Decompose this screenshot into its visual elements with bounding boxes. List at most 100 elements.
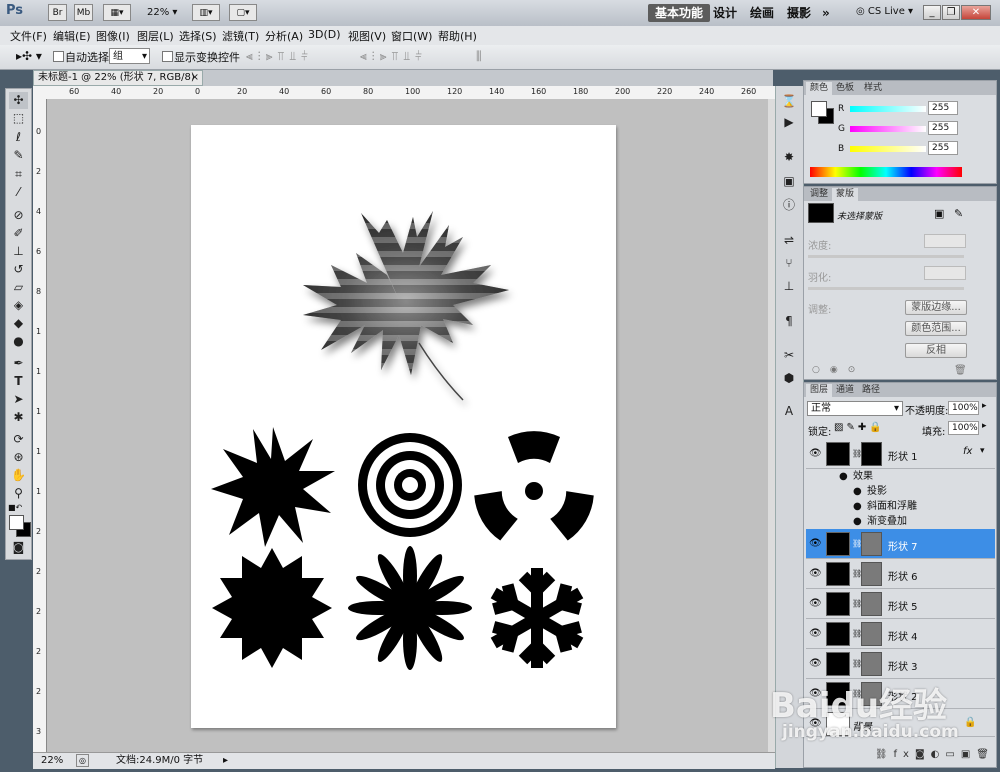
minimize-button[interactable]: _	[923, 5, 941, 20]
document-canvas[interactable]	[191, 125, 616, 728]
status-menu-arrow-icon[interactable]: ▸	[223, 753, 228, 768]
menu-filter[interactable]: 滤镜(T)	[222, 28, 259, 44]
bridge-button[interactable]: Br	[48, 4, 67, 21]
channel-g-slider[interactable]	[850, 126, 926, 132]
mask-delete-icon[interactable]: 🗑	[954, 365, 967, 376]
custom-shape-tool-icon[interactable]: ✱	[9, 409, 28, 426]
effects-eye-icon[interactable]: ●	[839, 469, 848, 484]
brush-tool-icon[interactable]: ✐	[9, 225, 28, 242]
density-field[interactable]	[924, 234, 966, 248]
color-range-button[interactable]: 颜色范围...	[905, 321, 967, 336]
distribute-icons[interactable]: ⫷⫶⫸⫪⫫⫩	[360, 49, 427, 64]
menu-help[interactable]: 帮助(H)	[438, 28, 477, 44]
history-panel-icon[interactable]: ⌛	[780, 92, 798, 110]
menu-layer[interactable]: 图层(L)	[137, 28, 174, 44]
paragraph-panel-icon[interactable]: ¶	[780, 312, 798, 330]
menu-3d[interactable]: 3D(D)	[308, 28, 341, 41]
3d-orbit-tool-icon[interactable]: ⊛	[9, 449, 28, 466]
auto-align-icon[interactable]: ⫼	[476, 49, 482, 64]
workspace-photography[interactable]: 摄影	[780, 4, 818, 22]
fill-slider-arrow-icon[interactable]: ▸	[982, 421, 987, 431]
paint-bucket-tool-icon[interactable]: ◈	[9, 297, 28, 314]
blend-mode-dropdown[interactable]: 正常 ▾	[807, 401, 903, 416]
expand-effects-icon[interactable]: ▾	[980, 446, 985, 456]
more-workspaces-button[interactable]: »	[815, 4, 837, 22]
tools-preset-icon[interactable]: ✂	[780, 346, 798, 364]
layer-name[interactable]: 形状 6	[888, 568, 918, 583]
tab-masks[interactable]: 蒙版	[832, 188, 859, 201]
layer-name[interactable]: 形状 3	[888, 658, 918, 673]
layer-row[interactable]: 👁 ⛓ 形状 5	[806, 589, 995, 619]
vertical-scrollbar[interactable]	[768, 99, 775, 752]
dodge-tool-icon[interactable]: ●	[9, 333, 28, 350]
arrange-documents-icon[interactable]: ▥▾	[192, 4, 220, 21]
close-tab-icon[interactable]: ×	[191, 71, 199, 85]
show-transform-checkbox[interactable]	[162, 51, 173, 62]
feather-field[interactable]	[924, 266, 966, 280]
actions-panel-icon[interactable]: ▶	[780, 113, 798, 131]
cs-live-button[interactable]: ◎ CS Live ▾	[856, 6, 913, 17]
align-icons[interactable]: ⫷⫶⫸⫪⫫⫩	[246, 49, 313, 64]
zoom-level-dropdown[interactable]: 22% ▾	[147, 7, 177, 18]
eyedropper-tool-icon[interactable]: ⁄	[9, 184, 28, 201]
fx-icon[interactable]: fx	[963, 446, 972, 457]
fill-value[interactable]: 100%	[948, 421, 979, 435]
mask-edge-button[interactable]: 蒙版边缘...	[905, 300, 967, 315]
layers-footer-icons[interactable]: ⛓fx◙◐▭▣🗑	[806, 749, 995, 765]
brushes-panel-icon[interactable]: ✸	[780, 148, 798, 166]
visibility-eye-icon[interactable]: 👁	[809, 658, 822, 669]
effect-row[interactable]: ● 渐变叠加	[806, 514, 995, 529]
effect-row[interactable]: ● 斜面和浮雕	[806, 499, 995, 514]
type-panel-icon[interactable]: A	[780, 402, 798, 420]
density-slider[interactable]	[808, 255, 964, 258]
vector-mask-icon[interactable]: ✎	[954, 207, 963, 220]
layer-row[interactable]: 👁 ⛓ 形状 3	[806, 649, 995, 679]
tab-adjustments[interactable]: 调整	[806, 188, 832, 201]
effect-eye-icon[interactable]: ●	[853, 499, 862, 514]
type-tool-icon[interactable]: T	[9, 373, 28, 390]
workspace-essentials[interactable]: 基本功能	[648, 4, 711, 22]
layer-name[interactable]: 形状 7	[888, 538, 918, 553]
layer-name[interactable]: 形状 5	[888, 598, 918, 613]
foreground-color-swatch[interactable]	[9, 515, 24, 530]
auto-select-checkbox[interactable]	[53, 51, 64, 62]
restore-button[interactable]: ❐	[942, 5, 960, 20]
channel-r-value[interactable]: 255	[928, 101, 958, 115]
info-panel-icon[interactable]: ⓘ	[780, 196, 798, 214]
quick-select-tool-icon[interactable]: ✎	[9, 147, 28, 164]
visibility-eye-icon[interactable]: 👁	[809, 568, 822, 579]
screen-mode-icon[interactable]: ▢▾	[229, 4, 257, 21]
layer-name[interactable]: 形状 4	[888, 628, 918, 643]
visibility-eye-icon[interactable]: 👁	[809, 538, 822, 549]
history-brush-tool-icon[interactable]: ↺	[9, 261, 28, 278]
clone-source-panel-icon[interactable]: ▣	[780, 172, 798, 190]
quick-mask-icon[interactable]: ◙	[9, 539, 28, 556]
menu-file[interactable]: 文件(F)	[10, 28, 47, 44]
3d-panel-icon[interactable]: ⬢	[780, 369, 798, 387]
mini-bridge-button[interactable]: Mb	[74, 4, 93, 21]
character-panel-icon[interactable]: ⇌	[780, 231, 798, 249]
visibility-eye-icon[interactable]: 👁	[809, 598, 822, 609]
3d-rotate-tool-icon[interactable]: ⟳	[9, 431, 28, 448]
menu-analysis[interactable]: 分析(A)	[265, 28, 303, 44]
menu-window[interactable]: 窗口(W)	[391, 28, 432, 44]
effect-eye-icon[interactable]: ●	[853, 484, 862, 499]
effects-row[interactable]: ● 效果	[806, 469, 995, 484]
layer-row[interactable]: 👁 ⛓ 形状 6	[806, 559, 995, 589]
layer-row-selected[interactable]: 👁 ⛓ 形状 7	[806, 529, 995, 559]
pen-tool-icon[interactable]: ✒	[9, 355, 28, 372]
foreground-color-chip[interactable]	[811, 101, 827, 117]
hand-tool-icon[interactable]: ✋	[9, 467, 28, 484]
workspace-painting[interactable]: 绘画	[743, 4, 781, 22]
opacity-slider-arrow-icon[interactable]: ▸	[982, 401, 987, 411]
crop-tool-icon[interactable]: ⌗	[9, 166, 28, 183]
auto-select-dropdown[interactable]: 组 ▾	[109, 48, 150, 64]
layer-name[interactable]: 形状 1	[888, 448, 918, 463]
document-tab[interactable]: 未标题-1 @ 22% (形状 7, RGB/8) * ×	[33, 70, 203, 97]
mask-panel-footer-icons[interactable]: ○◉⊙	[812, 365, 865, 375]
layer-row[interactable]: 👁 ⛓ 形状 4	[806, 619, 995, 649]
invert-button[interactable]: 反相	[905, 343, 967, 358]
effect-eye-icon[interactable]: ●	[853, 514, 862, 529]
move-tool-icon[interactable]: ✣	[9, 92, 28, 109]
effect-row[interactable]: ● 投影	[806, 484, 995, 499]
